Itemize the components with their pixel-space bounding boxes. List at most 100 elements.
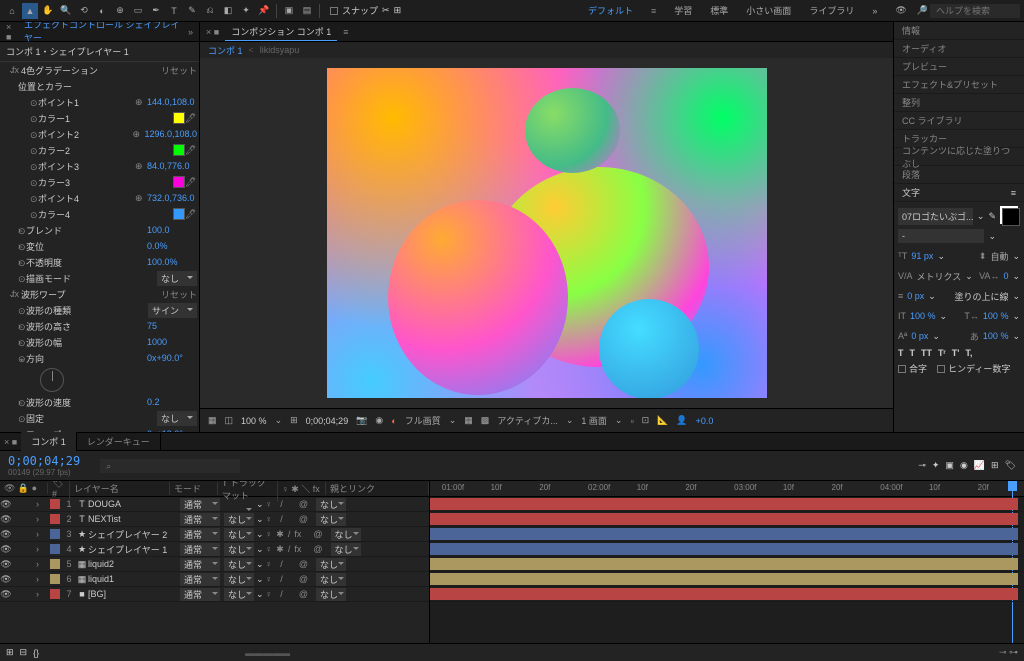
workspace-standard[interactable]: 標準 [710, 4, 728, 17]
panel-エフェクト&プリセット[interactable]: エフェクト&プリセット [894, 76, 1024, 94]
workspace-small[interactable]: 小さい画面 [746, 4, 791, 17]
parent-dropdown[interactable]: なし [316, 498, 346, 511]
panel-オーディオ[interactable]: オーディオ [894, 40, 1024, 58]
visibility-icon[interactable]: 👁 [0, 529, 12, 540]
eraser-tool-icon[interactable]: ◧ [220, 3, 236, 19]
clone-tool-icon[interactable]: ⎌ [202, 3, 218, 19]
pickwhip-icon[interactable]: @ [313, 529, 322, 539]
transparency-icon[interactable]: ▩ [481, 415, 490, 426]
puppet-tool-icon[interactable]: 📌 [256, 3, 272, 19]
current-timecode[interactable]: 0;00;04;29 [8, 454, 80, 468]
breadcrumb-comp[interactable]: コンポ 1 [208, 44, 243, 57]
visibility-icon[interactable]: 👁 [0, 544, 12, 555]
blend-mode-dropdown[interactable]: 通常 [180, 588, 220, 601]
blend-mode-dropdown[interactable]: 通常 [180, 543, 220, 556]
parent-dropdown[interactable]: なし [316, 588, 346, 601]
draft-icon[interactable]: ⊡ [642, 415, 650, 426]
zoom-value[interactable]: 100 % [241, 416, 267, 426]
prop-ポイント2[interactable]: 1296.0,108.0 [144, 129, 197, 139]
tl-fx-icon[interactable]: ✦ [932, 460, 940, 471]
ruler-icon[interactable]: 📐 [657, 415, 668, 426]
layer-row[interactable]: 👁 › 6 ▦ liquid1 通常 なし⌄ ♀ / @ なし [0, 572, 429, 587]
font-style-dropdown[interactable]: - [898, 229, 984, 243]
panel-整列[interactable]: 整列 [894, 94, 1024, 112]
font-size[interactable]: 91 px [911, 251, 933, 261]
layer-color-swatch[interactable] [50, 559, 60, 569]
views-dropdown[interactable]: 1 画面 [581, 414, 607, 427]
trackmatte-dropdown[interactable]: なし [224, 543, 254, 556]
text-style-button[interactable]: Tʳ [938, 348, 946, 358]
stroke-over-fill[interactable]: 塗りの上に線 [954, 290, 1008, 303]
pickwhip-icon[interactable]: @ [299, 574, 308, 584]
layer-row[interactable]: 👁 › 2 T NEXTist 通常 なし⌄ ♀ / @ なし [0, 512, 429, 527]
layer-row[interactable]: 👁 › 4 ★ シェイプレイヤー 1 通常 なし⌄ ♀✱/fx @ なし [0, 542, 429, 557]
selection-tool-icon[interactable]: ▲ [22, 3, 38, 19]
exposure-icon[interactable]: ◐ [391, 416, 396, 426]
layer-color-swatch[interactable] [50, 544, 60, 554]
timeline-tab-render[interactable]: レンダーキュー [77, 432, 161, 451]
text-style-button[interactable]: T [898, 348, 904, 358]
pen-tool-icon[interactable]: ✒ [148, 3, 164, 19]
visibility-icon[interactable]: 👁 [0, 574, 12, 585]
kerning-dropdown[interactable]: メトリクス [917, 270, 962, 283]
trackmatte-dropdown[interactable]: なし [224, 528, 254, 541]
layer-row[interactable]: 👁 › 1 T DOUGA 通常 ⌄ ♀ / @ なし [0, 497, 429, 512]
search-icon[interactable]: 👁 [895, 5, 906, 16]
parent-dropdown[interactable]: なし [316, 573, 346, 586]
layer-color-swatch[interactable] [50, 529, 60, 539]
parent-dropdown[interactable]: なし [331, 528, 361, 541]
pickwhip-icon[interactable]: @ [313, 544, 322, 554]
font-family-dropdown[interactable]: 07ロゴたいぷゴ... [898, 208, 973, 225]
workspace-library[interactable]: ライブラリ [809, 4, 854, 17]
text-style-button[interactable]: T, [965, 348, 972, 358]
leading-auto[interactable]: 自動 [990, 250, 1008, 263]
grid-icon[interactable]: ▦ [208, 415, 217, 426]
tl-tag-icon[interactable]: 🏷 [1005, 460, 1016, 471]
layer-row[interactable]: 👁 › 7 ■ [BG] 通常 なし⌄ ♀ / @ なし [0, 587, 429, 602]
zoom-tool-icon[interactable]: 🔍 [58, 3, 74, 19]
hindi-checkbox[interactable]: ヒンディー数字 [948, 362, 1010, 375]
hand-tool-icon[interactable]: ✋ [40, 3, 56, 19]
tl-frame-blend-icon[interactable]: ▣ [945, 460, 954, 471]
tl-graph-icon[interactable]: 📈 [974, 460, 985, 471]
panel-CC ライブラリ[interactable]: CC ライブラリ [894, 112, 1024, 130]
pickwhip-icon[interactable]: @ [299, 589, 308, 599]
mask-icon[interactable]: ◫ [225, 415, 234, 426]
eyedropper-icon[interactable]: 🖊 [185, 113, 197, 124]
swatch-カラー1[interactable] [173, 112, 185, 124]
workspace-default[interactable]: デフォルト [588, 4, 633, 17]
rotate-tool-icon[interactable]: ◐ [94, 3, 110, 19]
preview-timecode[interactable]: 0;00;04;29 [306, 416, 349, 426]
composition-tab[interactable]: コンポジション コンポ 1 [225, 23, 337, 41]
3d-icon[interactable]: ▫ [630, 416, 633, 426]
timeline-search[interactable] [100, 459, 240, 473]
dof-icon[interactable]: 👤 [676, 415, 687, 426]
layer-color-swatch[interactable] [50, 499, 60, 509]
blend-mode-dropdown[interactable]: 通常 [180, 528, 220, 541]
rect-tool-icon[interactable]: ▭ [130, 3, 146, 19]
camera-dropdown[interactable]: アクティブカ... [497, 414, 558, 427]
blend-mode-dropdown[interactable]: 通常 [180, 498, 220, 511]
tl-brain-icon[interactable]: ⊞ [991, 460, 999, 471]
snapshot-icon[interactable]: 📷 [356, 415, 367, 426]
layer-color-swatch[interactable] [50, 574, 60, 584]
parent-dropdown[interactable]: なし [316, 513, 346, 526]
pickwhip-icon[interactable]: @ [299, 499, 308, 509]
tl-shy-icon[interactable]: ⊸ [918, 460, 926, 471]
text-style-button[interactable]: TT [921, 348, 932, 358]
swatch-カラー2[interactable] [173, 144, 185, 156]
tl-curly-icon[interactable]: {} [33, 648, 39, 658]
stroke-icon[interactable]: ▤ [299, 3, 315, 19]
visibility-icon[interactable]: 👁 [0, 514, 12, 525]
type-tool-icon[interactable]: T [166, 3, 182, 19]
parent-dropdown[interactable]: なし [331, 543, 361, 556]
roi-icon[interactable]: ▦ [464, 415, 473, 426]
panel-情報[interactable]: 情報 [894, 22, 1024, 40]
panel-コンテンツに応じた塗りつぶし[interactable]: コンテンツに応じた塗りつぶし [894, 148, 1024, 166]
text-style-button[interactable]: T' [952, 348, 960, 358]
blend-mode-dropdown[interactable]: 通常 [180, 558, 220, 571]
trackmatte-dropdown[interactable]: なし [224, 513, 254, 526]
brush-tool-icon[interactable]: ✎ [184, 3, 200, 19]
blend-mode-dropdown[interactable]: 通常 [180, 513, 220, 526]
trackmatte-dropdown[interactable]: なし [224, 588, 254, 601]
